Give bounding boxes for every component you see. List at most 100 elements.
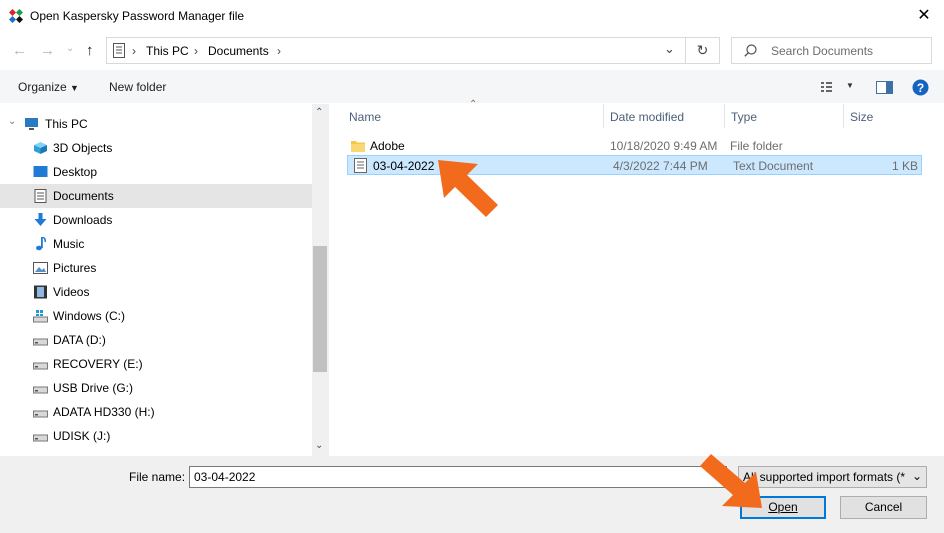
close-icon[interactable]: ✕ (914, 6, 934, 26)
filter-dropdown-chevron-icon[interactable]: ⌄ (908, 467, 926, 487)
file-name-value: 03-04-2022 (194, 470, 256, 484)
column-header-size[interactable]: Size (850, 110, 873, 124)
sidebar-item-this-pc[interactable]: ⌄ This PC (0, 112, 312, 136)
file-type: File folder (730, 139, 783, 153)
document-icon (113, 43, 125, 58)
file-type: Text Document (733, 159, 814, 173)
file-row-adobe[interactable]: Adobe 10/18/2020 9:49 AM File folder (347, 136, 922, 156)
sidebar-item-label: Pictures (53, 261, 97, 275)
windows-drive-icon (33, 310, 48, 323)
column-divider (724, 104, 725, 128)
kaspersky-app-icon (9, 9, 23, 23)
forward-arrow-icon[interactable]: → (40, 42, 55, 59)
breadcrumb-separator-icon: › (132, 44, 136, 58)
help-icon[interactable]: ? (912, 79, 929, 96)
scrollbar-thumb[interactable] (313, 246, 327, 372)
file-type-filter-select[interactable]: All supported import formats (* ⌄ (738, 466, 927, 488)
search-icon (744, 44, 757, 57)
address-dropdown-chevron-icon[interactable]: ⌄ (664, 41, 675, 57)
up-arrow-icon[interactable]: ↑ (86, 42, 94, 59)
sidebar-item-downloads[interactable]: Downloads (0, 208, 312, 232)
file-date: 10/18/2020 9:49 AM (610, 139, 718, 153)
drive-icon (33, 410, 48, 418)
sidebar-item-label: Desktop (53, 165, 98, 179)
column-divider (603, 104, 604, 128)
sidebar-item-udisk-j[interactable]: UDISK (J:) (0, 424, 312, 448)
sidebar-item-label: Documents (53, 189, 114, 203)
scroll-down-icon[interactable]: ⌄ (315, 440, 323, 451)
view-options-icon[interactable] (821, 82, 839, 92)
sidebar-item-label: DATA (D:) (53, 333, 106, 347)
sidebar-item-label: 3D Objects (53, 141, 113, 155)
drive-icon (33, 434, 48, 442)
preview-pane-icon[interactable] (876, 81, 893, 94)
new-folder-button[interactable]: New folder (109, 80, 166, 94)
document-folder-icon (34, 189, 47, 203)
file-name: Adobe (370, 139, 405, 153)
folder-icon (351, 141, 365, 152)
address-bar[interactable]: › This PC › Documents › ⌄ (106, 37, 720, 64)
file-name-input[interactable]: 03-04-2022 (189, 466, 727, 488)
drive-icon (33, 386, 48, 394)
sidebar-item-label: USB Drive (G:) (53, 381, 134, 395)
view-dropdown-icon[interactable]: ▼ (846, 81, 854, 90)
sidebar-item-label: Music (53, 237, 85, 251)
pictures-icon (33, 262, 48, 274)
annotation-arrow-icon (700, 454, 762, 508)
sidebar-item-windows-c[interactable]: Windows (C:) (0, 304, 312, 328)
sidebar-item-desktop[interactable]: Desktop (0, 160, 312, 184)
sidebar-item-label: RECOVERY (E:) (53, 357, 143, 371)
organize-button[interactable]: Organize ▼ (18, 80, 79, 94)
sidebar-item-label: UDISK (J:) (53, 429, 111, 443)
refresh-icon[interactable]: ↻ (685, 37, 720, 64)
sidebar-item-videos[interactable]: Videos (0, 280, 312, 304)
computer-icon (25, 118, 38, 130)
organize-dropdown-icon: ▼ (70, 83, 79, 93)
search-input[interactable]: Search Documents (731, 37, 932, 64)
scroll-up-icon[interactable]: ⌃ (315, 107, 323, 118)
videos-icon (34, 285, 47, 299)
file-size: 1 KB (891, 159, 918, 173)
navigation-pane: ⌄ This PC 3D Objects Desktop Documents D… (0, 104, 312, 456)
download-icon (34, 213, 47, 226)
cube-icon (34, 142, 47, 154)
column-divider (843, 104, 844, 128)
sidebar-item-recovery-e[interactable]: RECOVERY (E:) (0, 352, 312, 376)
breadcrumb-separator-icon: › (277, 44, 281, 58)
sidebar-item-music[interactable]: Music (0, 232, 312, 256)
annotation-arrow-icon (438, 160, 498, 217)
sidebar-item-label: Windows (C:) (53, 309, 126, 323)
svg-text:?: ? (917, 81, 924, 95)
sidebar-item-label: This PC (45, 117, 88, 131)
sidebar-item-3d-objects[interactable]: 3D Objects (0, 136, 312, 160)
breadcrumb-separator-icon: › (194, 44, 198, 58)
back-arrow-icon[interactable]: ← (12, 42, 27, 59)
sidebar-item-documents[interactable]: Documents (0, 184, 312, 208)
sidebar-item-label: ADATA HD330 (H:) (53, 405, 155, 419)
text-file-icon (354, 158, 367, 173)
column-header-name[interactable]: Name (349, 110, 381, 124)
drive-icon (33, 338, 48, 346)
file-date: 4/3/2022 7:44 PM (613, 159, 708, 173)
cancel-button[interactable]: Cancel (840, 496, 927, 519)
sidebar-item-pictures[interactable]: Pictures (0, 256, 312, 280)
open-label: Open (768, 500, 798, 514)
filter-value: All supported import formats (* (743, 470, 906, 484)
search-placeholder: Search Documents (771, 44, 874, 58)
sidebar-item-data-d[interactable]: DATA (D:) (0, 328, 312, 352)
column-header-date-modified[interactable]: Date modified (610, 110, 684, 124)
file-row-03-04-2022[interactable]: 03-04-2022 4/3/2022 7:44 PM Text Documen… (347, 155, 922, 175)
sort-ascending-icon: ⌃ (469, 99, 478, 110)
music-icon (36, 237, 46, 251)
collapse-chevron-icon[interactable]: ⌄ (8, 116, 16, 127)
breadcrumb-documents[interactable]: Documents (208, 44, 269, 58)
recent-locations-chevron-icon[interactable]: ⌄ (66, 43, 74, 54)
file-name: 03-04-2022 (373, 159, 435, 173)
drive-icon (33, 362, 48, 370)
breadcrumb-this-pc[interactable]: This PC (146, 44, 189, 58)
sidebar-item-label: Downloads (53, 213, 113, 227)
organize-label: Organize (18, 80, 67, 94)
column-header-type[interactable]: Type (731, 110, 757, 124)
sidebar-item-adata-h[interactable]: ADATA HD330 (H:) (0, 400, 312, 424)
sidebar-item-usb-drive-g[interactable]: USB Drive (G:) (0, 376, 312, 400)
